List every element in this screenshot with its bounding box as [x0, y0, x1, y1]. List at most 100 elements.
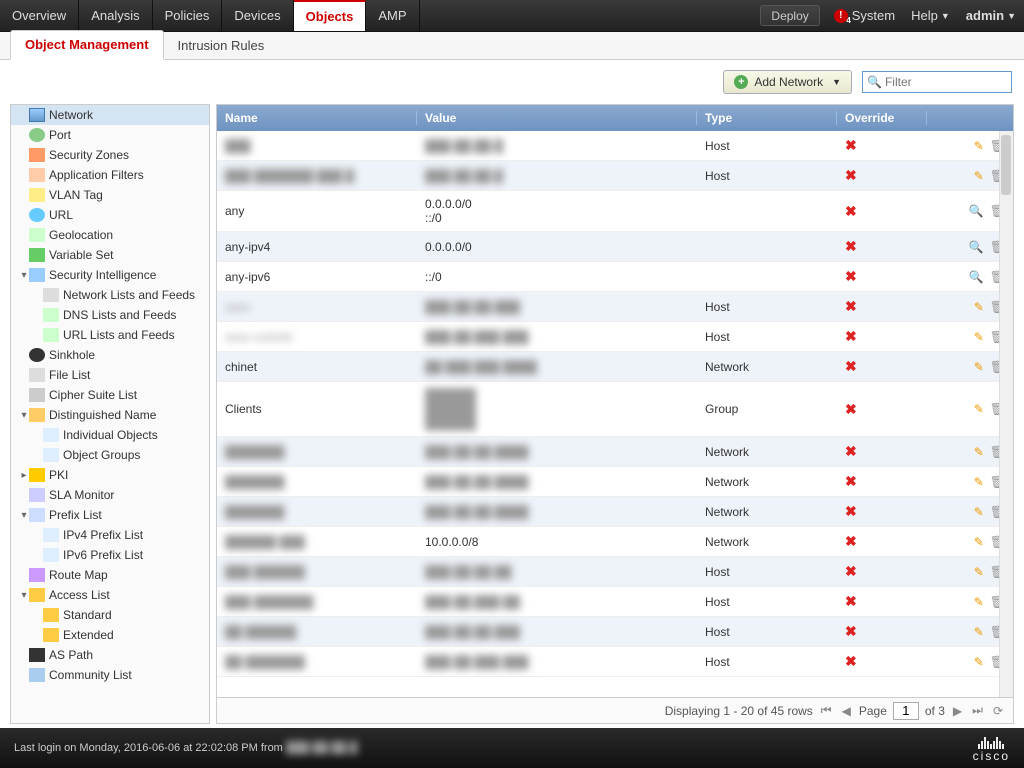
sidebar-item[interactable]: Individual Objects — [11, 425, 209, 445]
menu-devices[interactable]: Devices — [222, 0, 293, 31]
deploy-button[interactable]: Deploy — [760, 5, 819, 26]
menu-objects[interactable]: Objects — [294, 0, 367, 31]
sidebar-item[interactable]: DNS Lists and Feeds — [11, 305, 209, 325]
user-menu[interactable]: admin▼ — [958, 0, 1024, 31]
edit-icon[interactable]: ✎ — [974, 655, 984, 669]
sidebar-item-label: IPv6 Prefix List — [63, 548, 143, 562]
sidebar-item[interactable]: ▾Prefix List — [11, 505, 209, 525]
brand-logo: cisco — [973, 735, 1010, 762]
cell-name: any — [217, 198, 417, 224]
tab-intrusion-rules[interactable]: Intrusion Rules — [164, 32, 279, 59]
edit-icon[interactable]: ✎ — [974, 505, 984, 519]
view-icon[interactable]: 🔍 — [969, 204, 984, 218]
x-icon: ✖ — [845, 443, 857, 459]
system-menu[interactable]: !System — [826, 0, 903, 31]
sidebar-item[interactable]: Variable Set — [11, 245, 209, 265]
pager-page-label: Page — [859, 704, 887, 718]
sidebar-item[interactable]: Sinkhole — [11, 345, 209, 365]
sidebar-item[interactable]: Geolocation — [11, 225, 209, 245]
footer: Last login on Monday, 2016-06-06 at 22:0… — [0, 728, 1024, 768]
tree-toggle-icon[interactable]: ▾ — [19, 590, 29, 601]
pager-first[interactable]: ⏮ — [819, 703, 834, 718]
add-network-button[interactable]: + Add Network ▼ — [723, 70, 852, 94]
sidebar-item[interactable]: Application Filters — [11, 165, 209, 185]
view-icon[interactable]: 🔍 — [969, 270, 984, 284]
col-type[interactable]: Type — [697, 111, 837, 125]
table-row: any-ipv6::/0✖🔍🗑 — [217, 262, 1013, 292]
menu-analysis[interactable]: Analysis — [79, 0, 152, 31]
sidebar-item[interactable]: ▸PKI — [11, 465, 209, 485]
cell-override: ✖ — [837, 131, 927, 160]
filter-input[interactable] — [885, 75, 1007, 89]
edit-icon[interactable]: ✎ — [974, 169, 984, 183]
col-name[interactable]: Name — [217, 111, 417, 125]
table-row: any0.0.0.0/0::/0✖🔍🗑 — [217, 191, 1013, 232]
sidebar-item-label: Individual Objects — [63, 428, 158, 442]
sidebar-item[interactable]: Extended — [11, 625, 209, 645]
edit-icon[interactable]: ✎ — [974, 360, 984, 374]
edit-icon[interactable]: ✎ — [974, 445, 984, 459]
cell-name: ███████ — [217, 499, 417, 525]
ic-net-icon — [29, 108, 45, 122]
col-override[interactable]: Override — [837, 111, 927, 125]
edit-icon[interactable]: ✎ — [974, 139, 984, 153]
caret-down-icon: ▼ — [1007, 11, 1016, 21]
pager-next[interactable]: ▶ — [951, 704, 964, 718]
x-icon: ✖ — [845, 533, 857, 549]
scrollbar[interactable] — [999, 131, 1013, 697]
tree-toggle-icon[interactable]: ▾ — [19, 410, 29, 421]
edit-icon[interactable]: ✎ — [974, 535, 984, 549]
ic-sink-icon — [29, 348, 45, 362]
sidebar-item[interactable]: ▾Access List — [11, 585, 209, 605]
cell-override: ✖ — [837, 587, 927, 616]
sidebar-item[interactable]: SLA Monitor — [11, 485, 209, 505]
edit-icon[interactable]: ✎ — [974, 300, 984, 314]
pager-prev[interactable]: ◀ — [840, 704, 853, 718]
sidebar[interactable]: NetworkPortSecurity ZonesApplication Fil… — [10, 104, 210, 724]
menu-overview[interactable]: Overview — [0, 0, 79, 31]
sidebar-item[interactable]: Standard — [11, 605, 209, 625]
edit-icon[interactable]: ✎ — [974, 625, 984, 639]
view-icon[interactable]: 🔍 — [969, 240, 984, 254]
edit-icon[interactable]: ✎ — [974, 565, 984, 579]
sidebar-item[interactable]: IPv4 Prefix List — [11, 525, 209, 545]
pager-page-input[interactable] — [893, 702, 919, 720]
cell-override: ✖ — [837, 527, 927, 556]
sidebar-item[interactable]: ▾Distinguished Name — [11, 405, 209, 425]
tree-toggle-icon[interactable]: ▾ — [19, 510, 29, 521]
sidebar-item[interactable]: URL Lists and Feeds — [11, 325, 209, 345]
pager-last[interactable]: ⏭ — [970, 703, 985, 718]
filter-box[interactable]: 🔍 — [862, 71, 1012, 93]
sidebar-item[interactable]: VLAN Tag — [11, 185, 209, 205]
edit-icon[interactable]: ✎ — [974, 330, 984, 344]
sidebar-item[interactable]: IPv6 Prefix List — [11, 545, 209, 565]
sidebar-item[interactable]: AS Path — [11, 645, 209, 665]
menu-amp[interactable]: AMP — [366, 0, 419, 31]
help-menu[interactable]: Help▼ — [903, 0, 958, 31]
cell-value: 0.0.0.0/0::/0 — [417, 191, 697, 231]
tree-toggle-icon[interactable]: ▸ — [19, 470, 29, 481]
sidebar-item[interactable]: URL — [11, 205, 209, 225]
edit-icon[interactable]: ✎ — [974, 402, 984, 416]
edit-icon[interactable]: ✎ — [974, 595, 984, 609]
col-value[interactable]: Value — [417, 111, 697, 125]
ic-route-icon — [29, 568, 45, 582]
sidebar-item[interactable]: File List — [11, 365, 209, 385]
sidebar-item[interactable]: Cipher Suite List — [11, 385, 209, 405]
sidebar-item[interactable]: Security Zones — [11, 145, 209, 165]
table-body[interactable]: ██████.██.██.█Host✖✎🗑███ ███████ ███ ███… — [217, 131, 1013, 697]
edit-icon[interactable]: ✎ — [974, 475, 984, 489]
cell-type: Host — [697, 589, 837, 615]
sidebar-item[interactable]: Port — [11, 125, 209, 145]
sidebar-item[interactable]: Route Map — [11, 565, 209, 585]
sidebar-item[interactable]: Object Groups — [11, 445, 209, 465]
sidebar-item[interactable]: ▾Security Intelligence — [11, 265, 209, 285]
sidebar-item-label: SLA Monitor — [49, 488, 114, 502]
sidebar-item[interactable]: Community List — [11, 665, 209, 685]
pager-refresh[interactable]: ⟳ — [991, 704, 1005, 718]
tab-object-management[interactable]: Object Management — [10, 30, 164, 60]
menu-policies[interactable]: Policies — [153, 0, 223, 31]
sidebar-item[interactable]: Network — [11, 105, 209, 125]
sidebar-item[interactable]: Network Lists and Feeds — [11, 285, 209, 305]
tree-toggle-icon[interactable]: ▾ — [19, 270, 29, 281]
